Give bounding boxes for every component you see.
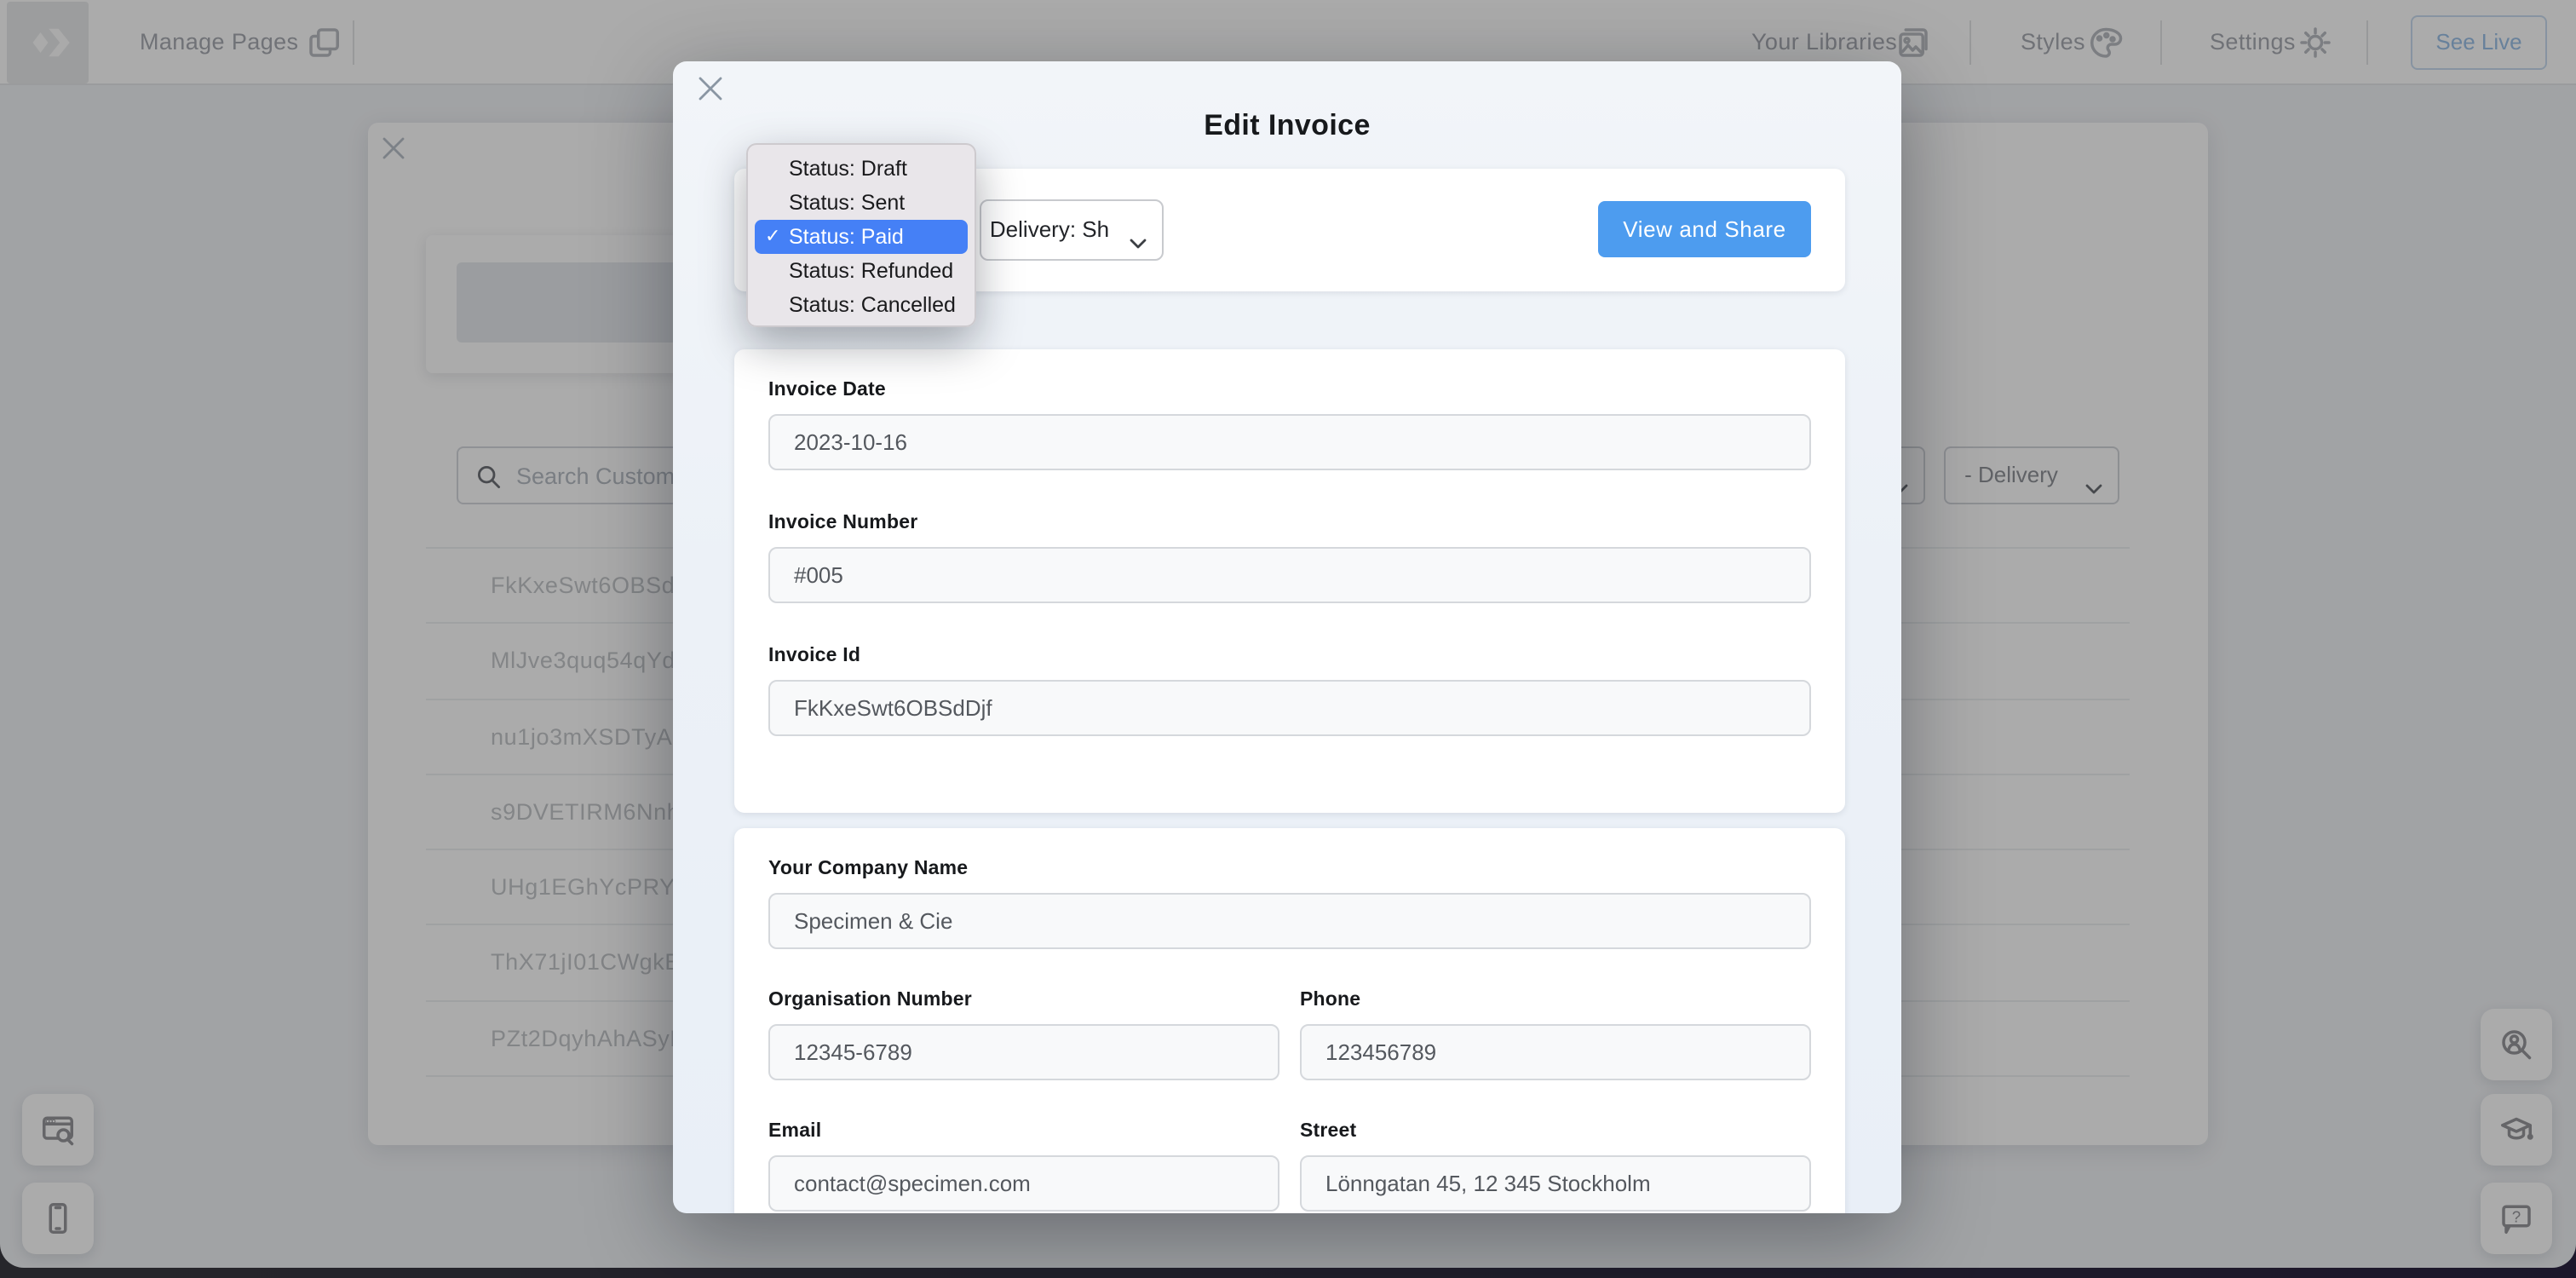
field-label: Street [1300, 1121, 1811, 1142]
field-input[interactable]: Lönngatan 45, 12 345 Stockholm [1300, 1155, 1811, 1212]
form-field: Invoice Id FkKxeSwt6OBSdDjf [768, 646, 1811, 736]
form-field: Invoice Number #005 [768, 513, 1811, 603]
field-label: Email [768, 1121, 1279, 1142]
field-input[interactable]: Specimen & Cie [768, 893, 1811, 949]
form-field: Your Company Name Specimen & Cie [768, 859, 1811, 949]
delivery-select-value: Delivery: Sh [981, 201, 1118, 259]
status-menu-item-label: Status: Refunded [789, 254, 953, 288]
field-label: Phone [1300, 990, 1811, 1010]
field-label: Invoice Date [768, 380, 1811, 400]
status-menu-item[interactable]: Status: Cancelled [755, 288, 968, 322]
status-menu-item[interactable]: Status: Sent [755, 186, 968, 220]
status-menu-item[interactable]: Status: Refunded [755, 254, 968, 288]
form-field: Phone 123456789 [1300, 990, 1811, 1080]
field-input[interactable]: #005 [768, 547, 1811, 603]
modal-title: Edit Invoice [673, 109, 1901, 143]
field-label: Your Company Name [768, 859, 1811, 879]
field-input[interactable]: 2023-10-16 [768, 414, 1811, 470]
field-label: Invoice Id [768, 646, 1811, 666]
screen: Manage Pages Your Libraries Styles [0, 0, 2576, 1278]
status-menu-item-label: Status: Sent [789, 186, 905, 220]
chevron-down-icon [1130, 227, 1147, 237]
invoice-details-card: Invoice Date 2023-10-16 Invoice Number #… [734, 349, 1845, 813]
field-input[interactable]: FkKxeSwt6OBSdDjf [768, 680, 1811, 736]
status-dropdown-menu: Status: Draft Status: Sent ✓ Status: Pai… [746, 143, 976, 327]
delivery-select[interactable]: Delivery: Sh [980, 199, 1164, 261]
checkmark-icon: ✓ [765, 220, 789, 254]
field-input[interactable]: 12345-6789 [768, 1024, 1279, 1080]
status-menu-item-label: Status: Cancelled [789, 288, 956, 322]
status-menu-item-label: Status: Draft [789, 152, 907, 186]
field-label: Invoice Number [768, 513, 1811, 533]
view-and-share-button[interactable]: View and Share [1598, 201, 1811, 257]
field-input[interactable]: contact@specimen.com [768, 1155, 1279, 1212]
field-label: Organisation Number [768, 990, 1279, 1010]
status-menu-item[interactable]: ✓ Status: Paid [755, 220, 968, 254]
modal-close-icon[interactable] [697, 75, 724, 102]
form-field: Organisation Number 12345-6789 [768, 990, 1279, 1080]
edit-invoice-modal: Edit Invoice Delivery: Sh View and Share… [673, 61, 1901, 1213]
status-menu-item-label: Status: Paid [789, 220, 904, 254]
form-field: Email contact@specimen.com [768, 1121, 1279, 1212]
status-menu-item[interactable]: Status: Draft [755, 152, 968, 186]
form-field: Street Lönngatan 45, 12 345 Stockholm [1300, 1121, 1811, 1212]
company-details-card: Your Company Name Specimen & Cie Organis… [734, 828, 1845, 1213]
form-field: Invoice Date 2023-10-16 [768, 380, 1811, 470]
field-input[interactable]: 123456789 [1300, 1024, 1811, 1080]
